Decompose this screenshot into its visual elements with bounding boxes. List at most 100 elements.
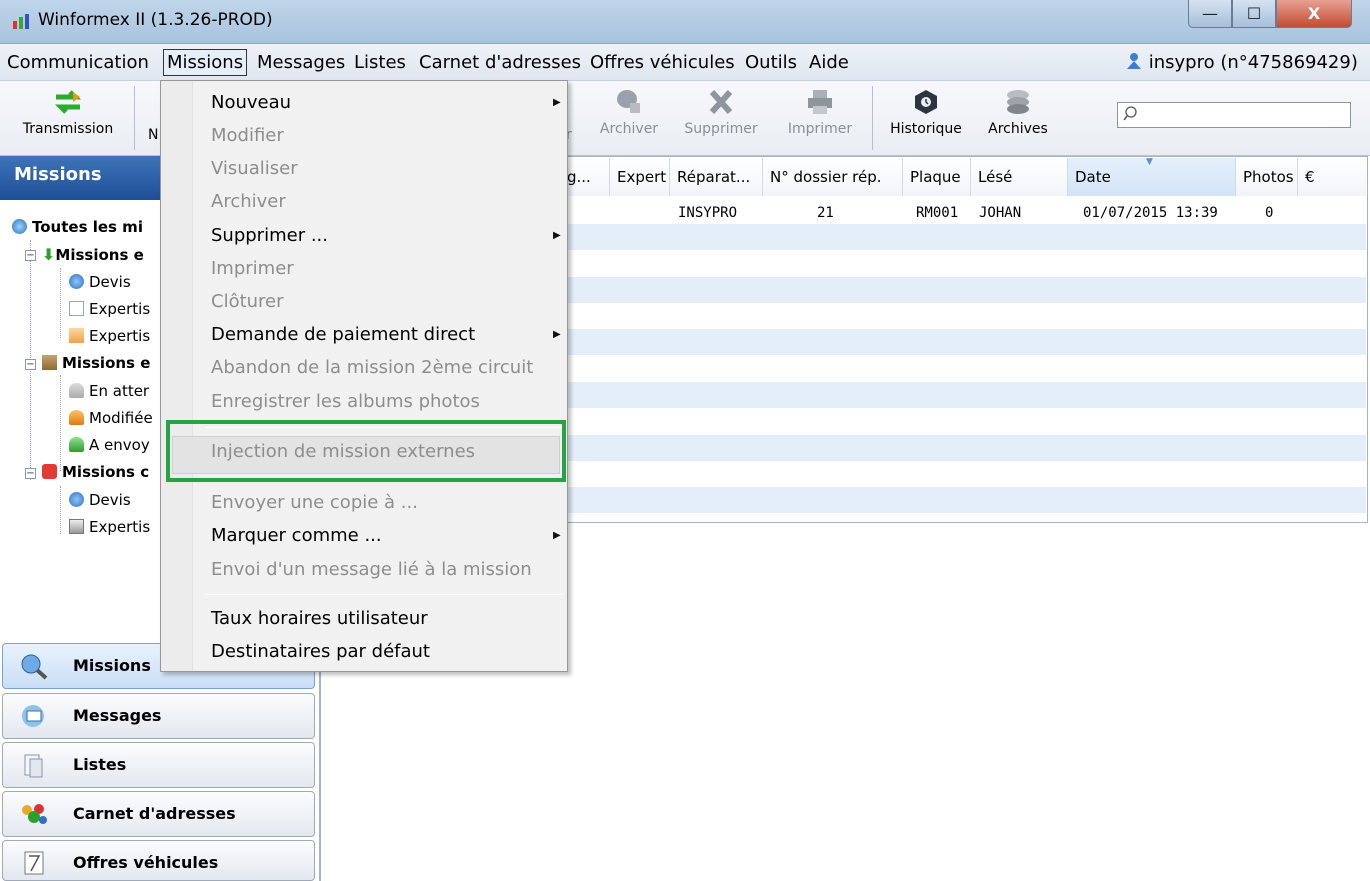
menu-carnet-adresses[interactable]: Carnet d'adresses: [416, 52, 584, 73]
nav-messages[interactable]: Messages: [2, 693, 315, 739]
supprimer-label: Supprimer: [684, 121, 758, 137]
maximize-button[interactable]: ☐: [1232, 0, 1276, 28]
history-icon: [915, 90, 937, 114]
nav-offres-vehicules[interactable]: Offres véhicules: [2, 840, 315, 881]
menu-listes[interactable]: Listes: [351, 52, 409, 73]
tree-item-a-envoyer[interactable]: A envoy: [69, 436, 150, 454]
supprimer-button[interactable]: Supprimer: [674, 81, 768, 155]
menu-item-marquer-comme[interactable]: Marquer comme ...: [211, 525, 382, 546]
arrow-down-icon: ⬇: [42, 245, 56, 264]
menu-item-destinataires[interactable]: Destinataires par défaut: [211, 641, 430, 662]
imprimer-label: Imprimer: [787, 121, 853, 137]
sort-descending-icon: ▼: [1146, 157, 1153, 167]
minimize-button[interactable]: —: [1188, 0, 1232, 28]
missions-icon: [21, 654, 48, 680]
tree-item-label: Devis: [89, 491, 131, 509]
calculator-icon: [69, 519, 84, 534]
submenu-arrow-icon: ▶: [553, 530, 561, 541]
tree-group-outgoing[interactable]: Missions e: [42, 354, 150, 372]
minimize-icon: —: [1202, 4, 1218, 23]
tree-item-modifiee[interactable]: Modifiée: [69, 409, 153, 427]
menu-aide[interactable]: Aide: [806, 52, 852, 73]
tree-group-incoming[interactable]: ⬇Missions e: [42, 245, 144, 264]
transmission-label: Transmission: [22, 121, 114, 137]
toolbar-separator: [872, 86, 873, 150]
menu-missions[interactable]: Missions: [163, 49, 248, 76]
cell-date: 01/07/2015 13:39: [1083, 205, 1218, 221]
archive-icon: [617, 90, 640, 113]
user-green-icon: [69, 437, 84, 452]
menu-item-paiement-direct[interactable]: Demande de paiement direct: [211, 324, 475, 345]
tree-line: [60, 375, 61, 471]
menu-item-envoi-message[interactable]: Envoi d'un message lié à la mission: [211, 559, 532, 580]
menu-item-archiver[interactable]: Archiver: [211, 191, 286, 212]
tree-group-closed[interactable]: Missions c: [42, 463, 149, 481]
tree-item-label: A envoy: [89, 436, 150, 454]
menu-messages[interactable]: Messages: [254, 52, 348, 73]
menu-item-visualiser[interactable]: Visualiser: [211, 158, 298, 179]
tree-item-devis-2[interactable]: Devis: [69, 491, 131, 509]
devis-icon: [69, 274, 84, 289]
tree-group-label: Missions c: [62, 463, 150, 481]
nav-label: Messages: [73, 706, 162, 725]
column-header-euro[interactable]: €: [1298, 158, 1366, 196]
previous-button-partial[interactable]: r: [566, 81, 580, 155]
archiver-button[interactable]: Archiver: [590, 81, 668, 155]
menu-item-supprimer[interactable]: Supprimer ...: [211, 225, 328, 246]
menu-item-nouveau[interactable]: Nouveau: [211, 92, 291, 113]
nouveau-button-partial[interactable]: N: [148, 81, 160, 155]
tree-item-label: Expertis: [89, 327, 151, 345]
tree-item-label: Devis: [89, 273, 131, 291]
menu-item-abandon[interactable]: Abandon de la mission 2ème circuit: [211, 357, 533, 378]
archives-icon: [1007, 90, 1029, 114]
menu-item-envoyer-copie[interactable]: Envoyer une copie à ...: [211, 492, 418, 513]
close-icon: X: [1307, 4, 1321, 23]
nav-listes[interactable]: Listes: [2, 742, 315, 788]
submenu-arrow-icon: ▶: [553, 230, 561, 241]
menu-separator: [205, 594, 563, 595]
tree-item-expertise-3[interactable]: Expertis: [69, 518, 150, 536]
tree-item-expertise-2[interactable]: Expertis: [69, 327, 150, 345]
column-header-plaque[interactable]: Plaque: [903, 158, 971, 196]
menu-communication[interactable]: Communication: [4, 52, 152, 73]
column-header-lese[interactable]: Lésé: [971, 158, 1068, 196]
archives-label: Archives: [988, 121, 1048, 137]
highlight-annotation: [166, 420, 566, 482]
menu-icon-gutter: [161, 81, 193, 671]
tree-root[interactable]: Toutes les mi: [12, 218, 143, 236]
column-header-dossier[interactable]: N° dossier rép.: [763, 158, 903, 196]
menu-offres-vehicules[interactable]: Offres véhicules: [587, 52, 738, 73]
historique-button[interactable]: Historique: [880, 81, 972, 155]
menu-item-taux-horaires[interactable]: Taux horaires utilisateur: [211, 608, 428, 629]
user-orange-icon: [69, 410, 84, 425]
menu-outils[interactable]: Outils: [742, 52, 800, 73]
archives-button[interactable]: Archives: [978, 81, 1058, 155]
user-grey-icon: [69, 383, 84, 398]
nav-carnet-adresses[interactable]: Carnet d'adresses: [2, 791, 315, 837]
user-info[interactable]: insypro (n°475869429): [1125, 52, 1358, 73]
nav-label: Offres véhicules: [73, 853, 219, 872]
nav-label: Carnet d'adresses: [73, 804, 236, 823]
transmission-button[interactable]: Transmission: [10, 81, 126, 155]
tree-item-devis[interactable]: Devis: [69, 273, 131, 291]
menu-item-albums-photos[interactable]: Enregistrer les albums photos: [211, 391, 480, 412]
menu-item-cloturer[interactable]: Clôturer: [211, 291, 284, 312]
column-header-expert[interactable]: Expert: [610, 158, 670, 196]
user-label: insypro (n°475869429): [1148, 52, 1358, 73]
imprimer-button[interactable]: Imprimer: [776, 81, 864, 155]
tree-item-label: En atter: [89, 382, 150, 400]
all-missions-icon: [12, 219, 27, 234]
menu-item-imprimer[interactable]: Imprimer: [211, 258, 294, 279]
close-button[interactable]: X: [1276, 0, 1352, 28]
menu-item-modifier[interactable]: Modifier: [211, 125, 284, 146]
search-input[interactable]: [1117, 102, 1351, 128]
column-header-reparateur[interactable]: Réparat...: [670, 158, 763, 196]
collapse-icon[interactable]: −: [25, 468, 36, 479]
collapse-icon[interactable]: −: [25, 359, 36, 370]
tree-item-en-attente[interactable]: En atter: [69, 382, 149, 400]
delete-icon: [709, 89, 733, 115]
tree-item-expertise[interactable]: Expertis: [69, 300, 150, 318]
column-header-photos[interactable]: Photos: [1236, 158, 1298, 196]
tree-group-label: Missions e: [62, 354, 151, 372]
collapse-icon[interactable]: −: [25, 250, 36, 261]
